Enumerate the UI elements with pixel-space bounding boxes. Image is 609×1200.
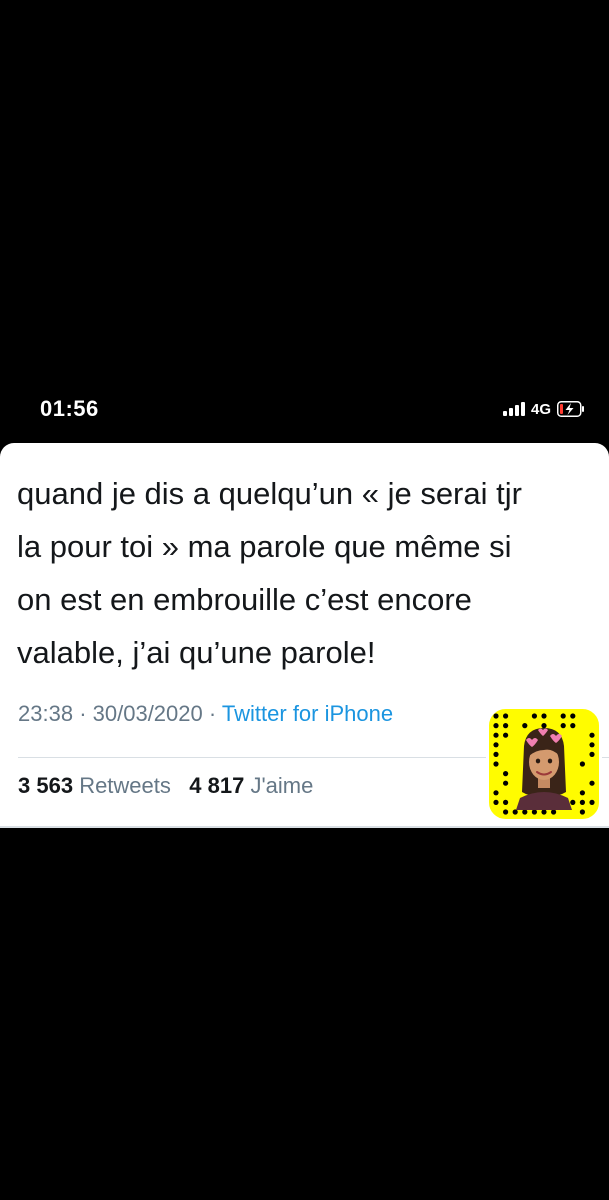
snapcode-bitmoji-icon [486, 706, 602, 822]
battery-charging-icon [557, 401, 585, 417]
tweet-line: la pour toi » ma parole que même si [17, 529, 512, 564]
tweet-line: valable, j’ai qu’une parole! [17, 635, 376, 670]
tweet-date: 30/03/2020 [92, 701, 203, 726]
tweet-stats: 3 563 Retweets 4 817 J'aime [18, 773, 313, 799]
tweet-time: 23:38 [18, 701, 74, 726]
cellular-signal-icon [502, 402, 525, 416]
network-type: 4G [530, 400, 551, 418]
divider [0, 826, 609, 828]
likes-label: J'aime [250, 773, 314, 798]
tweet-source-link[interactable]: Twitter for iPhone [222, 701, 393, 726]
retweets-count: 3 563 [18, 773, 74, 798]
meta-separator: · [79, 701, 87, 726]
likes-count: 4 817 [189, 773, 245, 798]
meta-separator: · [208, 701, 217, 726]
retweets-stat[interactable]: 3 563 Retweets [18, 773, 171, 798]
tweet-line: quand je dis a quelqu’un « je serai tjr [17, 476, 522, 511]
status-time: 01:56 [40, 396, 99, 421]
tweet-line: on est en embrouille c’est encore [17, 582, 472, 617]
retweets-label: Retweets [79, 773, 171, 798]
likes-stat[interactable]: 4 817 J'aime [189, 773, 313, 798]
status-indicators: 4G [502, 398, 585, 420]
status-bar: 01:56 4G [0, 388, 609, 428]
tweet-metadata: 23:38 · 30/03/2020 · Twitter for iPhone [18, 701, 393, 727]
tweet-text: quand je dis a quelqu’un « je serai tjr … [17, 467, 597, 679]
